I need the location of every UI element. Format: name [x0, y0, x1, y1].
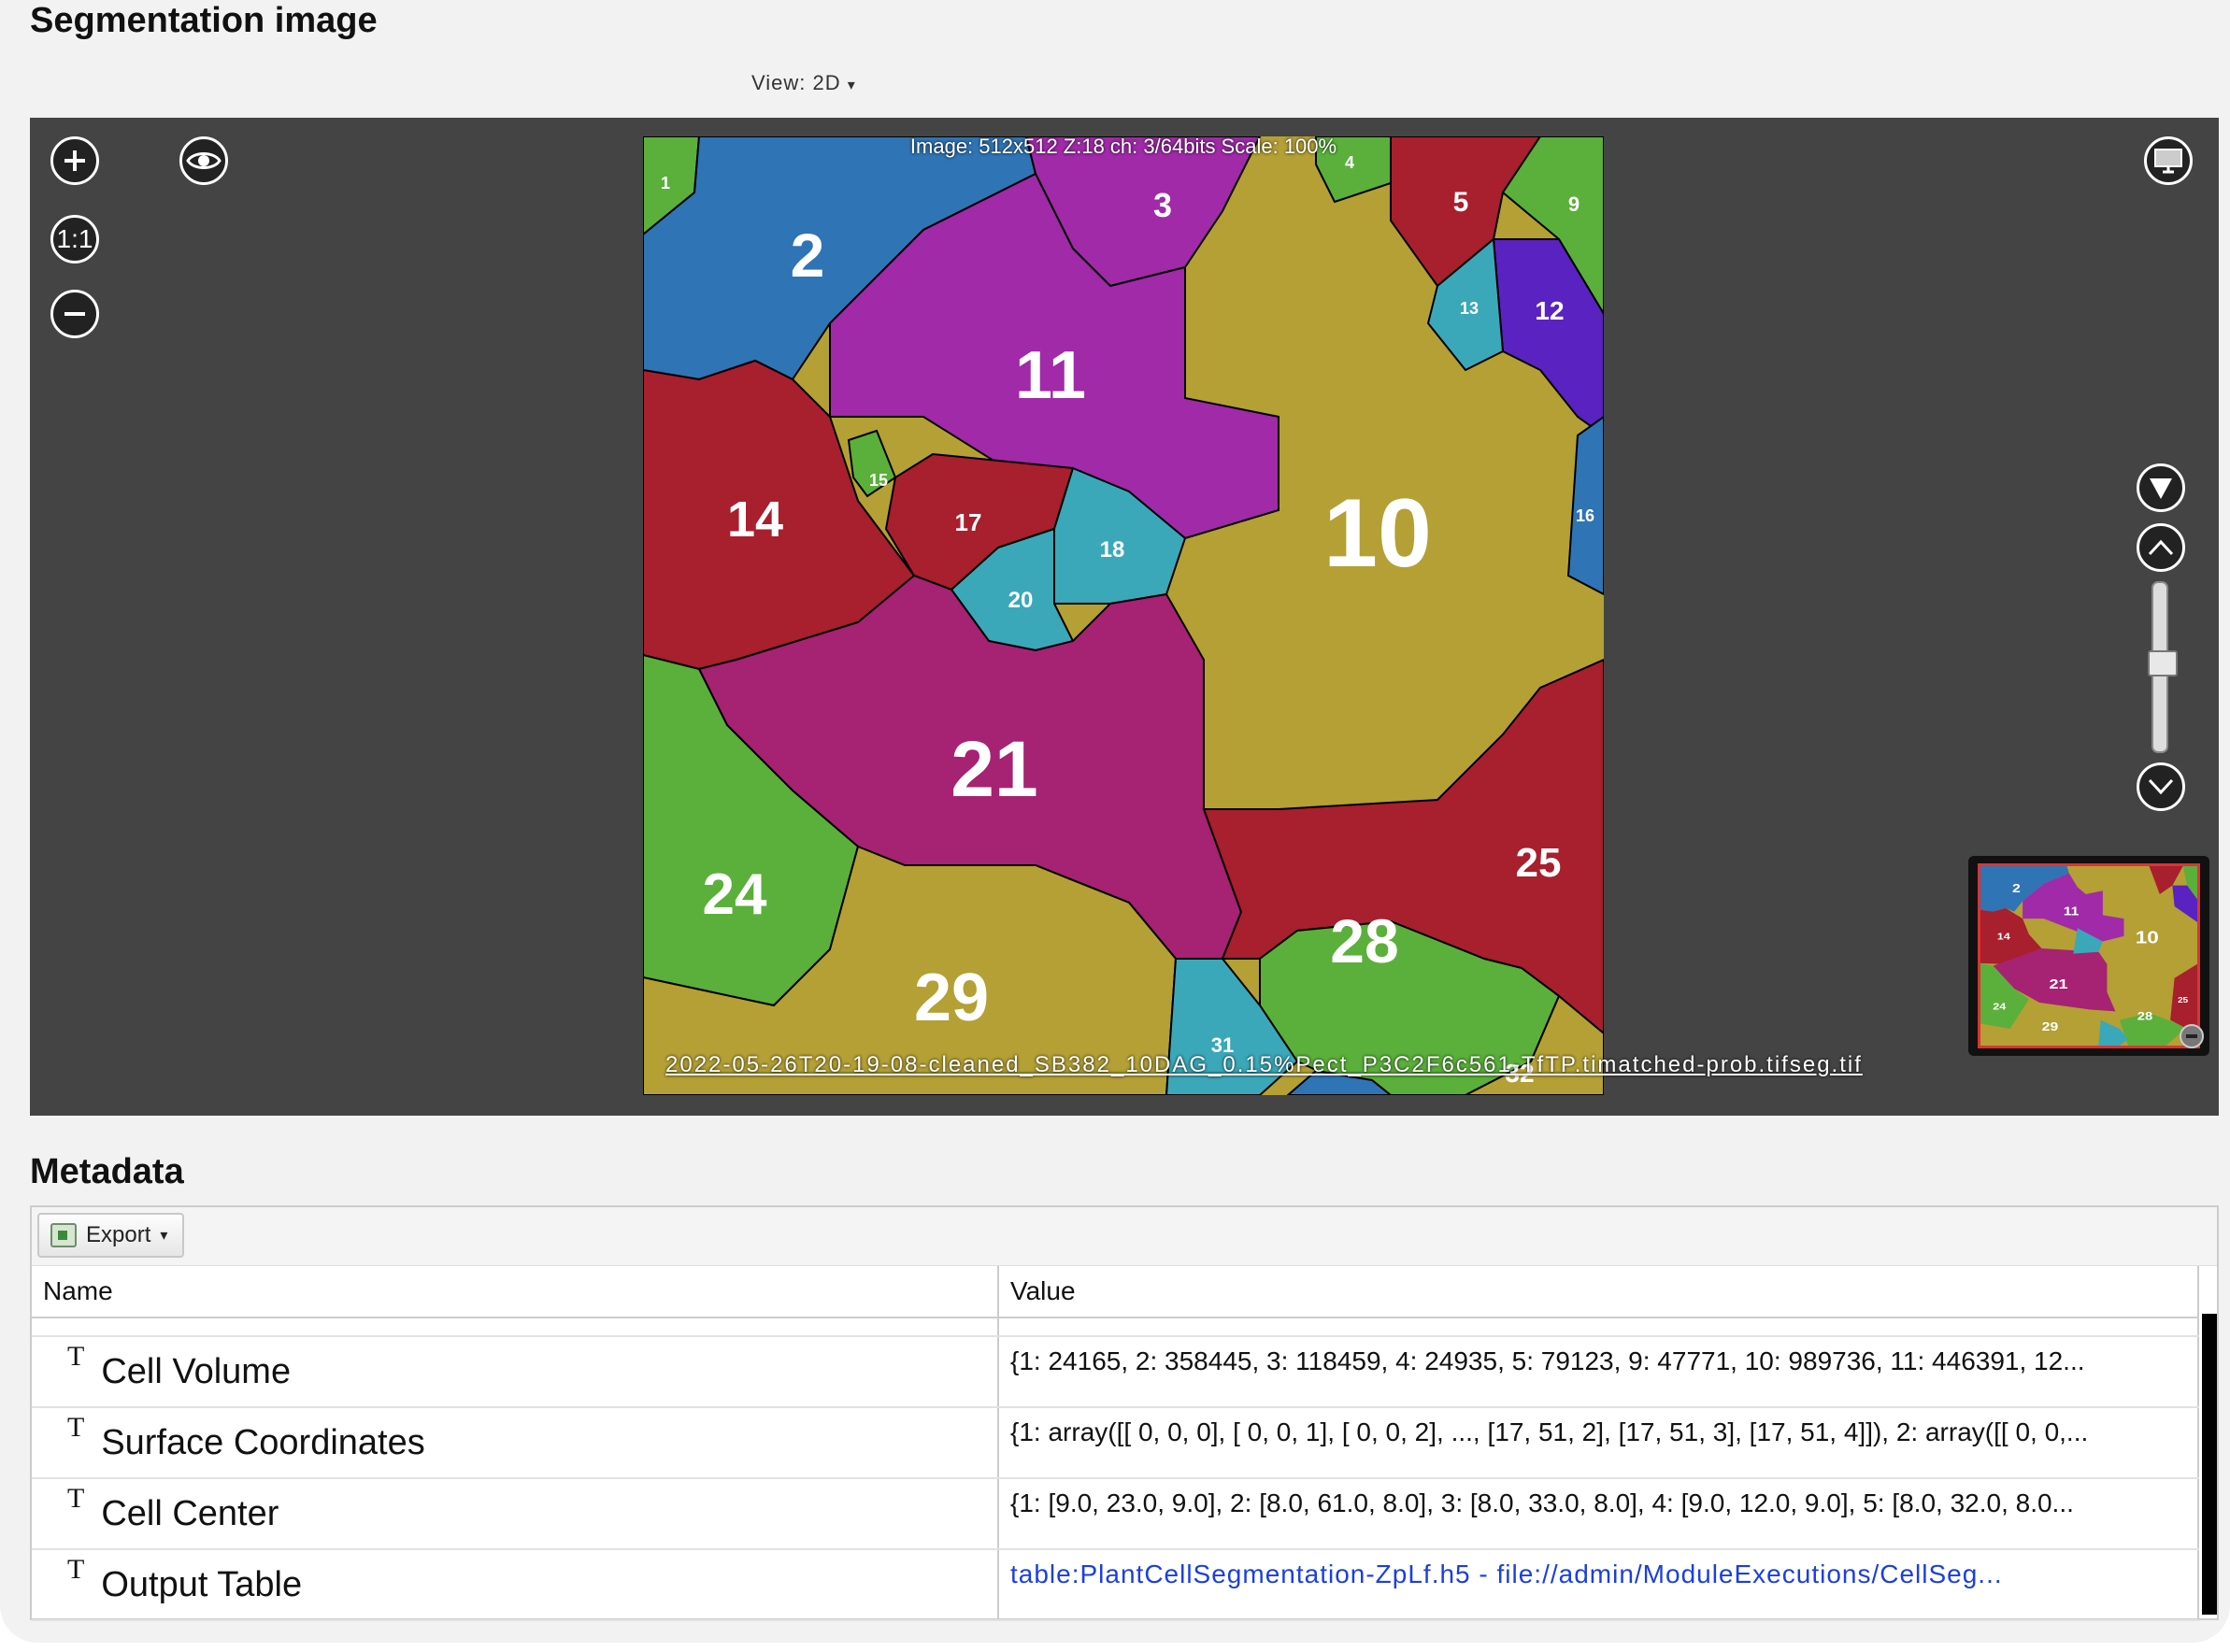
cell-label-11: 11: [1015, 338, 1086, 413]
text-type-icon: T: [67, 1483, 85, 1514]
triangle-down-icon: [2150, 478, 2172, 499]
export-button[interactable]: Export ▾: [37, 1213, 185, 1258]
image-filename-link[interactable]: 2022-05-26T20-19-08-cleaned_SB382_10DAG_…: [665, 1052, 1863, 1078]
metadata-toolbar: Export ▾: [32, 1207, 2217, 1266]
slice-last-button[interactable]: [2137, 463, 2185, 512]
table-scrollbar[interactable]: [2202, 1314, 2217, 1615]
cell-label-25: 25: [1516, 840, 1562, 886]
section-title-segmentation: Segmentation image: [30, 1, 378, 40]
table-row[interactable]: T Output Table table:PlantCellSegmentatio…: [32, 1549, 2199, 1621]
row-name: Output Table: [101, 1565, 303, 1604]
cell-label-14: 14: [727, 491, 783, 548]
minimap-label-10: 10: [2136, 928, 2159, 947]
minimap-label-28: 28: [2137, 1010, 2153, 1023]
minimap-collapse-button[interactable]: [2180, 1024, 2204, 1048]
output-table-link[interactable]: table:PlantCellSegmentation-ZpLf.h5 - fi…: [999, 1550, 2196, 1589]
cell-label-16: 16: [1576, 506, 1594, 525]
cell-label-28: 28: [1330, 906, 1398, 976]
chevron-down-icon: ▾: [847, 78, 856, 93]
minus-icon: [64, 312, 85, 316]
segmentation-panel: Segmentation image View: 2D ▾ 1:1 1 2 3 …: [0, 0, 2230, 1643]
row-value: {1: array([[ 0, 0, 0], [ 0, 0, 1], [ 0, …: [1010, 1417, 2089, 1446]
text-type-icon: T: [67, 1412, 85, 1443]
cell-label-12: 12: [1535, 296, 1564, 325]
column-header-name[interactable]: Name: [32, 1266, 999, 1318]
table-header-row: Name Value: [32, 1266, 2199, 1318]
cell-label-3: 3: [1153, 186, 1172, 224]
table-row[interactable]: T Surface Coordinates {1: array([[ 0, 0, …: [32, 1407, 2199, 1479]
minimap-label-2: 2: [2012, 882, 2021, 895]
minimap-label-14: 14: [1997, 932, 2011, 943]
export-label: Export: [86, 1222, 151, 1247]
row-value: {1: [9.0, 23.0, 9.0], 2: [8.0, 61.0, 8.0…: [1010, 1488, 2074, 1517]
cell-label-5: 5: [1453, 187, 1469, 218]
slice-up-button[interactable]: [2137, 523, 2185, 572]
table-row[interactable]: T Cell Volume {1: 24165, 2: 358445, 3: 11…: [32, 1336, 2199, 1408]
zoom-in-button[interactable]: [50, 136, 99, 185]
view-dropdown-label: View: 2D: [751, 71, 841, 94]
minimap-label-25: 25: [2178, 996, 2188, 1004]
cell-label-2: 2: [791, 221, 825, 290]
zoom-actual-size-button[interactable]: 1:1: [50, 215, 99, 263]
visibility-toggle-button[interactable]: [179, 136, 228, 185]
minimap-label-29: 29: [2042, 1020, 2059, 1033]
text-type-icon: T: [67, 1554, 85, 1585]
cell-label-24: 24: [703, 862, 767, 927]
minimap-label-24: 24: [1993, 1001, 2007, 1012]
section-title-metadata: Metadata: [30, 1152, 184, 1191]
text-type-icon: T: [67, 1341, 85, 1372]
minus-icon: [2186, 1034, 2197, 1038]
zoom-out-button[interactable]: [50, 290, 99, 338]
segmentation-image[interactable]: 1 2 3 4 5 9 10 11 12 13 14 15 16 17 18 2…: [643, 136, 1604, 1095]
table-row-partial: [32, 1317, 2199, 1337]
row-name: Surface Coordinates: [101, 1423, 425, 1462]
cell-label-21: 21: [951, 725, 1037, 813]
row-name: Cell Volume: [101, 1352, 292, 1391]
export-icon: [50, 1223, 77, 1247]
column-header-value[interactable]: Value: [998, 1266, 2199, 1318]
cell-label-20: 20: [1008, 588, 1034, 613]
minimap-viewport[interactable]: 2 11 10 14 21 24 29 28 25: [1978, 863, 2200, 1048]
fullscreen-button[interactable]: [2144, 136, 2193, 185]
cell-label-17: 17: [955, 508, 982, 536]
cell-label-10: 10: [1323, 479, 1432, 588]
view-dropdown[interactable]: View: 2D ▾: [751, 71, 856, 95]
minimap-label-11: 11: [2064, 905, 2080, 919]
zoom-ratio-label: 1:1: [56, 224, 93, 253]
metadata-grid: Export ▾ Name Value T Cell Volume {1: 241…: [30, 1205, 2219, 1621]
cell-label-18: 18: [1100, 537, 1125, 563]
cell-label-9: 9: [1568, 192, 1580, 216]
plus-icon: [64, 150, 85, 171]
monitor-icon: [2154, 149, 2182, 174]
cell-label-1: 1: [661, 174, 670, 192]
image-viewer[interactable]: 1:1 1 2 3 4 5 9 10 11 12 13 14 15 16 17 …: [30, 118, 2219, 1116]
cell-label-15: 15: [869, 471, 888, 490]
slice-slider-handle[interactable]: [2148, 650, 2178, 676]
chevron-down-icon: ▾: [160, 1228, 168, 1244]
minimap[interactable]: 2 11 10 14 21 24 29 28 25: [1968, 856, 2209, 1056]
metadata-table: Name Value T Cell Volume {1: 24165, 2: 35…: [32, 1266, 2199, 1621]
segmentation-map: 1 2 3 4 5 9 10 11 12 13 14 15 16 17 18 2…: [643, 136, 1604, 1095]
eye-icon: [186, 152, 222, 169]
cell-label-29: 29: [914, 961, 989, 1035]
chevron-down-icon: [2148, 778, 2174, 795]
slice-down-button[interactable]: [2137, 762, 2185, 811]
row-value: {1: 24165, 2: 358445, 3: 118459, 4: 2493…: [1010, 1346, 2085, 1375]
minimap-label-21: 21: [2049, 976, 2067, 991]
cell-label-13: 13: [1460, 299, 1479, 318]
minimap-image: 2 11 10 14 21 24 29 28 25: [1980, 866, 2197, 1046]
image-info-overlay: Image: 512x512 Z:18 ch: 3/64bits Scale: …: [909, 136, 1337, 158]
table-row[interactable]: T Cell Center {1: [9.0, 23.0, 9.0], 2: [8…: [32, 1478, 2199, 1550]
chevron-up-icon: [2148, 539, 2174, 556]
row-name: Cell Center: [101, 1494, 279, 1533]
